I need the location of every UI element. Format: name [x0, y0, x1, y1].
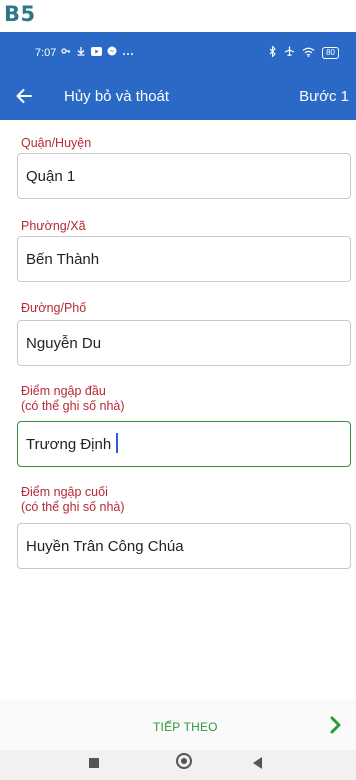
back-button[interactable]: [10, 82, 38, 110]
battery-icon: 80: [322, 47, 339, 59]
start-point-label-line1: Điểm ngập đầu: [21, 384, 106, 398]
district-input[interactable]: [17, 153, 351, 199]
street-input[interactable]: [17, 320, 351, 366]
step-indicator: Bước 1: [299, 88, 349, 105]
status-time: 7:07: [35, 46, 57, 59]
end-point-label-line2: (có thể ghi số nhà): [21, 500, 125, 514]
end-point-label-line1: Điểm ngập cuối: [21, 485, 108, 499]
start-point-label: Điểm ngập đầu (có thể ghi số nhà): [21, 384, 125, 414]
nav-back-icon[interactable]: [253, 757, 262, 769]
district-label: Quận/Huyện: [21, 136, 92, 150]
download-icon: [76, 46, 86, 59]
ward-label: Phường/Xã: [21, 219, 86, 233]
airplane-icon: [284, 46, 295, 60]
vpn-key-icon: [61, 46, 71, 59]
start-point-input[interactable]: [17, 421, 351, 467]
step-label: B5: [4, 2, 36, 26]
arrow-left-icon: [16, 89, 32, 103]
app-bar: Hủy bỏ và thoát Bước 1: [0, 72, 356, 120]
more-icon: [122, 47, 134, 59]
start-point-label-line2: (có thể ghi số nhà): [21, 399, 125, 413]
chevron-right-icon[interactable]: [330, 716, 342, 739]
bottom-bar: TIẾP THEO: [0, 700, 356, 750]
system-nav-bar: [0, 750, 356, 780]
street-label: Đường/Phố: [21, 301, 87, 315]
end-point-input[interactable]: [17, 523, 351, 569]
home-icon[interactable]: [176, 753, 192, 769]
status-bar: 7:07 80: [0, 32, 356, 72]
wifi-icon: [302, 47, 315, 60]
ward-input[interactable]: [17, 236, 351, 282]
end-point-label: Điểm ngập cuối (có thể ghi số nhà): [21, 485, 125, 515]
bluetooth-icon: [269, 45, 277, 60]
messenger-icon: [107, 46, 117, 59]
youtube-icon: [91, 46, 103, 59]
cancel-exit-link[interactable]: Hủy bỏ và thoát: [64, 88, 169, 105]
next-button[interactable]: TIẾP THEO: [153, 720, 218, 734]
recent-apps-icon[interactable]: [89, 758, 99, 768]
text-cursor: [116, 433, 118, 453]
